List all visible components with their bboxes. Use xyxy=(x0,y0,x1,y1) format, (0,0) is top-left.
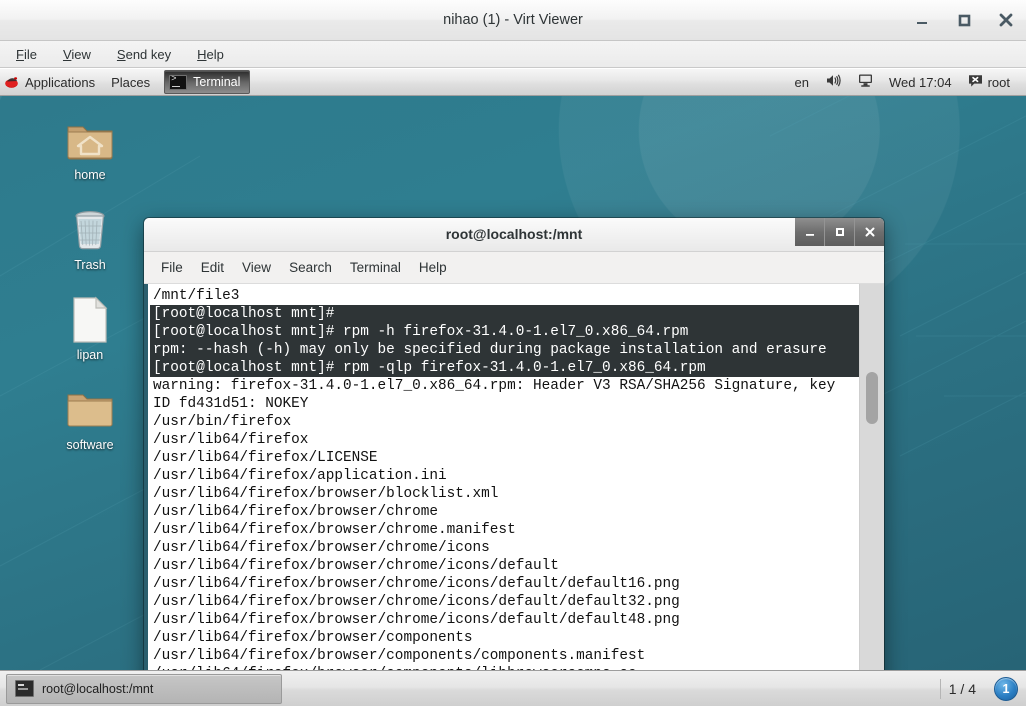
terminal-close-button[interactable] xyxy=(854,218,884,246)
panel-window-terminal-label: Terminal xyxy=(193,75,241,89)
terminal-icon xyxy=(15,680,34,697)
viewer-menu-help-rest: elp xyxy=(206,46,224,62)
terminal-line: warning: firefox-31.4.0-1.el7_0.x86_64.r… xyxy=(153,378,836,394)
viewer-titlebar: nihao (1) - Virt Viewer xyxy=(0,0,1026,41)
terminal-line: [root@localhost mnt]# xyxy=(150,305,859,323)
places-label: Places xyxy=(111,74,151,90)
viewer-menu-view[interactable]: View xyxy=(53,41,101,68)
desktop-icon-lipan[interactable]: lipan xyxy=(54,294,126,362)
viewer-menu-sendkey-rest: end key xyxy=(125,46,172,62)
desktop-icon-home-label: home xyxy=(74,168,106,182)
panel-left-group: Applications Places Terminal xyxy=(0,69,251,96)
terminal-line: /usr/lib64/firefox xyxy=(153,432,309,448)
clock[interactable]: Wed 17:04 xyxy=(881,69,960,96)
desktop-icon-home[interactable]: home xyxy=(54,114,126,182)
terminal-line: /usr/lib64/firefox/browser/chrome xyxy=(153,504,438,520)
terminal-line: /usr/lib64/firefox/browser/blocklist.xml xyxy=(153,486,499,502)
terminal-line: rpm: --hash (-h) may only be specified d… xyxy=(150,341,859,359)
terminal-scrollbar-thumb[interactable] xyxy=(866,372,878,424)
terminal-screen[interactable]: /mnt/file3 [root@localhost mnt]# [root@loc… xyxy=(148,284,859,670)
applications-menu[interactable]: Applications xyxy=(0,69,103,96)
virt-viewer-window: nihao (1) - Virt Viewer File View Send k… xyxy=(0,0,1026,706)
terminal-line: /usr/lib64/firefox/browser/chrome/icons/… xyxy=(153,612,680,628)
terminal-icon xyxy=(169,74,188,90)
display-icon xyxy=(858,73,873,91)
terminal-scrollbar[interactable] xyxy=(859,284,884,670)
folder-icon xyxy=(54,384,126,436)
taskbar-right-group: 1 / 4 1 xyxy=(939,676,1026,701)
terminal-line: /usr/lib64/firefox/browser/chrome/icons/… xyxy=(153,594,680,610)
terminal-menu-terminal[interactable]: Terminal xyxy=(341,252,410,283)
taskbar-window-button[interactable]: root@localhost:/mnt xyxy=(6,673,282,704)
terminal-body: /mnt/file3 [root@localhost mnt]# [root@loc… xyxy=(144,284,884,670)
terminal-line: /usr/lib64/firefox/browser/components/co… xyxy=(153,648,646,664)
viewer-maximize-button[interactable] xyxy=(954,10,974,30)
redhat-icon xyxy=(4,74,20,90)
desktop-icon-lipan-label: lipan xyxy=(76,348,104,362)
viewer-menu-view-rest: iew xyxy=(71,46,91,62)
terminal-menu-file[interactable]: File xyxy=(152,252,192,283)
desktop[interactable]: home Trash lipan software root@localhost… xyxy=(0,96,1026,670)
trash-icon xyxy=(54,204,126,256)
terminal-menu-edit[interactable]: Edit xyxy=(192,252,233,283)
terminal-menu-view[interactable]: View xyxy=(233,252,280,283)
keyboard-layout-indicator[interactable]: en xyxy=(786,69,816,96)
terminal-line: /usr/bin/firefox xyxy=(153,414,292,430)
panel-right-group: en Wed 17:04 root xyxy=(786,69,1026,96)
volume-button[interactable] xyxy=(817,69,850,96)
workspace-badge[interactable]: 1 xyxy=(994,676,1018,701)
terminal-line: /usr/lib64/firefox/browser/chrome/icons/… xyxy=(153,576,680,592)
viewer-window-controls xyxy=(912,0,1016,40)
document-icon xyxy=(54,294,126,346)
terminal-line: /usr/lib64/firefox/browser/chrome.manife… xyxy=(153,522,516,538)
desktop-icon-software[interactable]: software xyxy=(54,384,126,452)
terminal-menu-help[interactable]: Help xyxy=(410,252,456,283)
desktop-icon-trash[interactable]: Trash xyxy=(54,204,126,272)
applications-label: Applications xyxy=(25,74,96,90)
clock-label: Wed 17:04 xyxy=(888,74,952,90)
terminal-titlebar: root@localhost:/mnt xyxy=(144,218,884,252)
terminal-line: [root@localhost mnt]# rpm -qlp firefox-3… xyxy=(150,359,859,377)
keyboard-layout-label: en xyxy=(794,74,809,90)
user-menu[interactable]: root xyxy=(960,69,1018,96)
terminal-line: /usr/lib64/firefox/browser/chrome/icons/… xyxy=(153,558,559,574)
terminal-line: /mnt/file3 xyxy=(153,288,240,304)
speaker-icon xyxy=(825,73,842,91)
panel-window-terminal[interactable]: Terminal xyxy=(164,70,251,94)
terminal-minimize-button[interactable] xyxy=(795,218,824,246)
viewer-menubar: File View Send key Help xyxy=(0,41,1026,68)
workspace-indicator[interactable]: 1 / 4 xyxy=(939,678,984,699)
home-folder-icon xyxy=(54,114,126,166)
viewer-minimize-button[interactable] xyxy=(912,10,932,30)
terminal-line: /usr/lib64/firefox/browser/chrome/icons xyxy=(153,540,490,556)
viewer-menu-help[interactable]: Help xyxy=(187,41,234,68)
gnome-bottom-panel: root@localhost:/mnt 1 / 4 1 xyxy=(0,670,1026,706)
places-menu[interactable]: Places xyxy=(103,69,158,96)
taskbar-window-label: root@localhost:/mnt xyxy=(42,681,154,696)
viewer-menu-file-rest: ile xyxy=(23,46,37,62)
terminal-line: /usr/lib64/firefox/LICENSE xyxy=(153,450,378,466)
viewer-title: nihao (1) - Virt Viewer xyxy=(443,12,583,28)
terminal-line: ID fd431d51: NOKEY xyxy=(153,396,309,412)
desktop-icon-software-label: software xyxy=(66,438,114,452)
gnome-top-panel: Applications Places Terminal en xyxy=(0,69,1026,96)
terminal-maximize-button[interactable] xyxy=(824,218,854,246)
display-button[interactable] xyxy=(850,69,881,96)
terminal-line: /usr/lib64/firefox/browser/components xyxy=(153,630,473,646)
message-icon xyxy=(968,74,983,91)
viewer-menu-sendkey[interactable]: Send key xyxy=(107,41,181,68)
viewer-menu-file[interactable]: File xyxy=(6,41,47,68)
terminal-menubar: File Edit View Search Terminal Help xyxy=(144,252,884,284)
user-label: root xyxy=(987,74,1010,90)
terminal-title: root@localhost:/mnt xyxy=(445,226,583,242)
desktop-icon-list: home Trash lipan software xyxy=(54,114,126,474)
terminal-line: /usr/lib64/firefox/application.ini xyxy=(153,468,447,484)
terminal-menu-search[interactable]: Search xyxy=(280,252,341,283)
desktop-icon-trash-label: Trash xyxy=(74,258,106,272)
terminal-line: [root@localhost mnt]# rpm -h firefox-31.… xyxy=(150,323,859,341)
terminal-window[interactable]: root@localhost:/mnt File Edit View Searc… xyxy=(144,218,884,670)
viewer-close-button[interactable] xyxy=(996,10,1016,30)
terminal-window-controls xyxy=(795,218,884,246)
